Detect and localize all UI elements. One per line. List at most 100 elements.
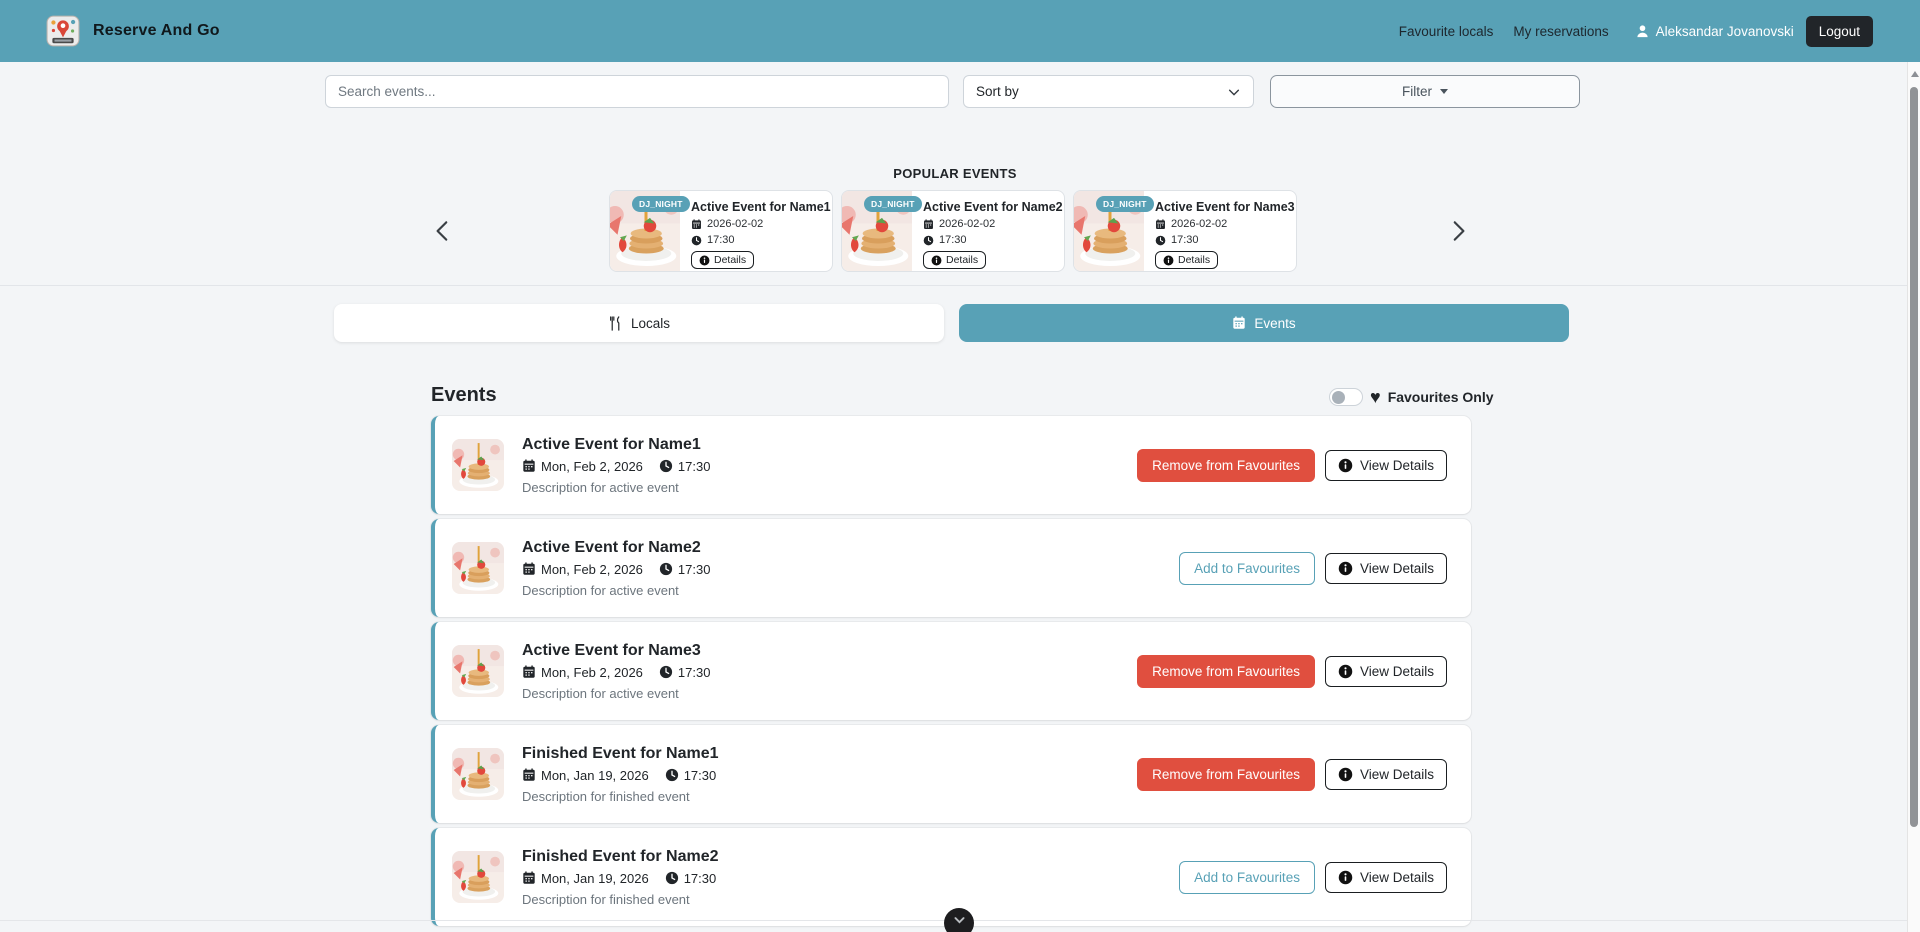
- sort-select[interactable]: Sort by: [963, 75, 1254, 108]
- person-icon: [1635, 24, 1650, 39]
- event-row: Finished Event for Name1 Mon, Jan 19, 20…: [431, 725, 1471, 823]
- info-icon: [1338, 870, 1353, 885]
- popular-event-title: Active Event for Name2: [923, 200, 1063, 214]
- view-details-button[interactable]: View Details: [1325, 656, 1447, 687]
- event-thumbnail: [452, 439, 504, 491]
- popular-event-card[interactable]: DJ_NIGHT Active Event for Name1 2026-02-…: [609, 190, 833, 272]
- clock-icon: [1155, 235, 1166, 246]
- popular-event-time: 17:30: [691, 234, 831, 246]
- event-title: Finished Event for Name2: [522, 848, 719, 866]
- popular-event-date: 2026-02-02: [691, 218, 831, 230]
- details-button[interactable]: Details: [1155, 251, 1218, 269]
- event-time: 17:30: [665, 871, 717, 886]
- info-icon: [1338, 664, 1353, 679]
- event-time: 17:30: [665, 768, 717, 783]
- info-icon: [1338, 767, 1353, 782]
- calendar-icon: [522, 459, 536, 473]
- nav-favourite-locals[interactable]: Favourite locals: [1399, 24, 1494, 39]
- tab-events[interactable]: Events: [959, 304, 1569, 342]
- event-time: 17:30: [659, 665, 711, 680]
- event-description: Description for active event: [522, 480, 710, 495]
- filter-button[interactable]: Filter: [1270, 75, 1580, 108]
- event-row: Active Event for Name2 Mon, Feb 2, 2026 …: [431, 519, 1471, 617]
- header-nav: Favourite locals My reservations Aleksan…: [1379, 16, 1873, 47]
- carousel-prev-button[interactable]: [422, 210, 464, 252]
- calendar-icon: [691, 219, 702, 230]
- event-title: Finished Event for Name1: [522, 745, 719, 763]
- favourite-action-button[interactable]: Remove from Favourites: [1137, 449, 1315, 482]
- favourite-action-button[interactable]: Add to Favourites: [1179, 552, 1315, 585]
- favourite-action-button[interactable]: Remove from Favourites: [1137, 758, 1315, 791]
- event-title: Active Event for Name2: [522, 539, 710, 557]
- popular-event-date: 2026-02-02: [923, 218, 1063, 230]
- view-details-button[interactable]: View Details: [1325, 862, 1447, 893]
- clock-icon: [691, 235, 702, 246]
- user-menu[interactable]: Aleksandar Jovanovski: [1635, 24, 1794, 39]
- events-list: Active Event for Name1 Mon, Feb 2, 2026 …: [431, 416, 1471, 926]
- calendar-icon: [522, 562, 536, 576]
- favourites-only-control: ♥ Favourites Only: [1329, 388, 1494, 406]
- scrollbar-thumb[interactable]: [1910, 87, 1918, 827]
- scroll-down-button[interactable]: [944, 908, 974, 932]
- search-input[interactable]: [325, 75, 949, 108]
- event-description: Description for finished event: [522, 892, 719, 907]
- event-thumbnail: [452, 851, 504, 903]
- popular-event-time: 17:30: [923, 234, 1063, 246]
- popular-event-card[interactable]: DJ_NIGHT Active Event for Name2 2026-02-…: [841, 190, 1065, 272]
- popular-event-title: Active Event for Name3: [1155, 200, 1295, 214]
- event-row: Active Event for Name3 Mon, Feb 2, 2026 …: [431, 622, 1471, 720]
- chevron-down-icon: [951, 914, 968, 928]
- popular-events-heading: POPULAR EVENTS: [0, 166, 1910, 181]
- event-row: Active Event for Name1 Mon, Feb 2, 2026 …: [431, 416, 1471, 514]
- caret-down-icon: [1440, 89, 1448, 94]
- tab-events-label: Events: [1254, 316, 1295, 331]
- clock-icon: [665, 768, 679, 782]
- scrollbar-up-arrow[interactable]: [1911, 71, 1919, 77]
- favourites-only-toggle[interactable]: [1329, 388, 1363, 406]
- event-date: Mon, Feb 2, 2026: [522, 665, 643, 680]
- event-date: Mon, Feb 2, 2026: [522, 459, 643, 474]
- filter-button-label: Filter: [1402, 84, 1432, 99]
- event-type-badge: DJ_NIGHT: [1096, 196, 1154, 212]
- chevron-down-icon: [1227, 85, 1241, 99]
- app-logo-icon: [46, 14, 80, 48]
- user-name: Aleksandar Jovanovski: [1656, 24, 1794, 39]
- clock-icon: [659, 459, 673, 473]
- heart-icon: ♥: [1370, 388, 1381, 406]
- app-header: Reserve And Go Favourite locals My reser…: [0, 0, 1920, 62]
- event-time: 17:30: [659, 459, 711, 474]
- popular-event-title: Active Event for Name1: [691, 200, 831, 214]
- tab-locals-label: Locals: [631, 316, 670, 331]
- popular-event-date: 2026-02-02: [1155, 218, 1295, 230]
- event-description: Description for active event: [522, 583, 710, 598]
- event-date: Mon, Jan 19, 2026: [522, 768, 649, 783]
- tab-locals[interactable]: Locals: [334, 304, 944, 342]
- clock-icon: [923, 235, 934, 246]
- info-icon: [1338, 561, 1353, 576]
- logout-button[interactable]: Logout: [1806, 16, 1873, 47]
- favourite-action-button[interactable]: Add to Favourites: [1179, 861, 1315, 894]
- favourite-action-button[interactable]: Remove from Favourites: [1137, 655, 1315, 688]
- popular-event-card[interactable]: DJ_NIGHT Active Event for Name3 2026-02-…: [1073, 190, 1297, 272]
- view-details-button[interactable]: View Details: [1325, 759, 1447, 790]
- app-title: Reserve And Go: [93, 22, 220, 40]
- events-heading: Events: [431, 384, 497, 407]
- popular-event-time: 17:30: [1155, 234, 1295, 246]
- clock-icon: [659, 665, 673, 679]
- carousel-next-button[interactable]: [1437, 210, 1479, 252]
- event-title: Active Event for Name3: [522, 642, 710, 660]
- info-icon: [699, 255, 710, 266]
- scrollbar-track[interactable]: [1907, 62, 1920, 932]
- view-details-button[interactable]: View Details: [1325, 553, 1447, 584]
- calendar-icon: [923, 219, 934, 230]
- calendar-icon: [1232, 316, 1246, 330]
- nav-my-reservations[interactable]: My reservations: [1513, 24, 1608, 39]
- chevron-left-icon: [430, 214, 456, 248]
- view-details-button[interactable]: View Details: [1325, 450, 1447, 481]
- details-button[interactable]: Details: [923, 251, 986, 269]
- event-title: Active Event for Name1: [522, 436, 710, 454]
- details-button[interactable]: Details: [691, 251, 754, 269]
- toggle-knob: [1332, 391, 1345, 404]
- event-date: Mon, Jan 19, 2026: [522, 871, 649, 886]
- calendar-icon: [522, 871, 536, 885]
